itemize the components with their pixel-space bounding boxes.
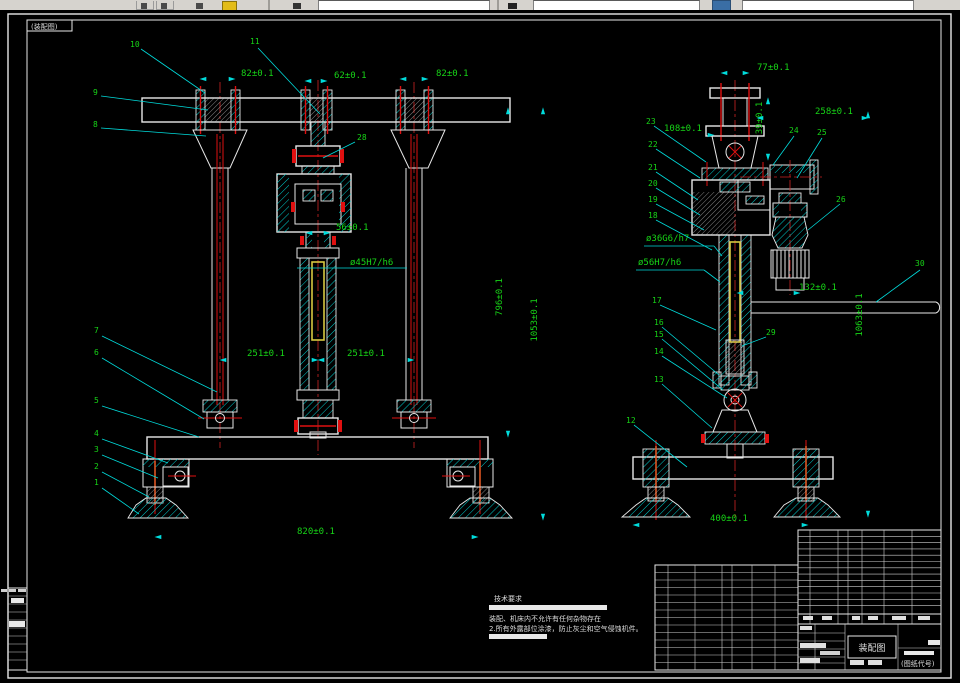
- callout-12: 12: [626, 416, 636, 425]
- dim-fit-36: ø36G6/h7: [646, 234, 689, 244]
- dim-251-right: 251±0.1: [347, 349, 385, 359]
- callout-19: 19: [648, 195, 658, 204]
- callout-11: 11: [250, 37, 260, 46]
- callout-4: 4: [94, 429, 99, 438]
- dim-251-left: 251±0.1: [247, 349, 285, 359]
- toolbar-separator: [497, 0, 499, 10]
- dim-82-left: 82±0.1: [241, 69, 274, 79]
- dim-56: 56±0.1: [336, 223, 369, 233]
- corner-label: (装配图): [31, 22, 58, 31]
- dim-820: 820±0.1: [297, 527, 335, 537]
- dim-82-right: 82±0.1: [436, 69, 469, 79]
- toolbar-icon[interactable]: [293, 3, 301, 9]
- callout-26: 26: [836, 195, 846, 204]
- dim-62: 62±0.1: [334, 71, 367, 81]
- dim-77: 77±0.1: [757, 63, 790, 73]
- callout-13: 13: [654, 375, 664, 384]
- toolbar-icon[interactable]: [508, 3, 517, 9]
- callout-14: 14: [654, 347, 664, 356]
- callout-15: 15: [654, 330, 664, 339]
- dim-fit-56: ø56H7/h6: [638, 258, 681, 268]
- callout-22: 22: [648, 140, 658, 149]
- callout-30: 30: [915, 259, 925, 268]
- notes-line-1: 装配、机床内不允许有任何杂物存在: [489, 614, 601, 623]
- toolbar-icon: [196, 3, 203, 9]
- dim-1053: 1053±0.1: [530, 298, 540, 341]
- callout-21: 21: [648, 163, 658, 172]
- callout-28: 28: [357, 133, 367, 142]
- dim-258: 258±0.1: [815, 107, 853, 117]
- callout-2: 2: [94, 462, 99, 471]
- dim-39: 39±0.1: [755, 102, 765, 135]
- callout-7: 7: [94, 326, 99, 335]
- dim-796: 796±0.1: [495, 278, 505, 316]
- callout-3: 3: [94, 445, 99, 454]
- callout-1: 1: [94, 478, 99, 487]
- callout-5: 5: [94, 396, 99, 405]
- dim-400: 400±0.1: [710, 514, 748, 524]
- toolbar-separator: [268, 0, 270, 10]
- title-block-code-label: (图纸代号): [901, 659, 935, 668]
- dim-132: 132±0.1: [799, 283, 837, 293]
- callout-24: 24: [789, 126, 799, 135]
- callout-18: 18: [648, 211, 658, 220]
- callout-25: 25: [817, 128, 827, 137]
- callout-9: 9: [93, 88, 98, 97]
- callout-29: 29: [766, 328, 776, 337]
- cad-application-window: (装配图) 82±0.1 62±0.1 82±0.1 56±0.1 ø45H7/…: [0, 0, 960, 683]
- toolbar-icon: [161, 3, 167, 9]
- dim-fit-45: ø45H7/h6: [350, 258, 393, 268]
- callout-23: 23: [646, 117, 656, 126]
- callout-8: 8: [93, 120, 98, 129]
- cad-canvas[interactable]: (装配图) 82±0.1 62±0.1 82±0.1 56±0.1 ø45H7/…: [0, 10, 960, 683]
- callout-6: 6: [94, 348, 99, 357]
- callout-20: 20: [648, 179, 658, 188]
- dim-108: 108±0.1: [664, 124, 702, 134]
- callout-16: 16: [654, 318, 664, 327]
- callout-17: 17: [652, 296, 662, 305]
- dim-1063: 1063±0.1: [855, 293, 865, 336]
- callout-10: 10: [130, 40, 140, 49]
- toolbar-icon: [141, 3, 147, 9]
- title-block-drawing-title: 装配图: [858, 642, 885, 654]
- notes-title: 技术要求: [494, 594, 522, 603]
- notes-line-2: 2.所有外露部位涂漆，防止灰尘和空气侵蚀机件。: [489, 624, 643, 633]
